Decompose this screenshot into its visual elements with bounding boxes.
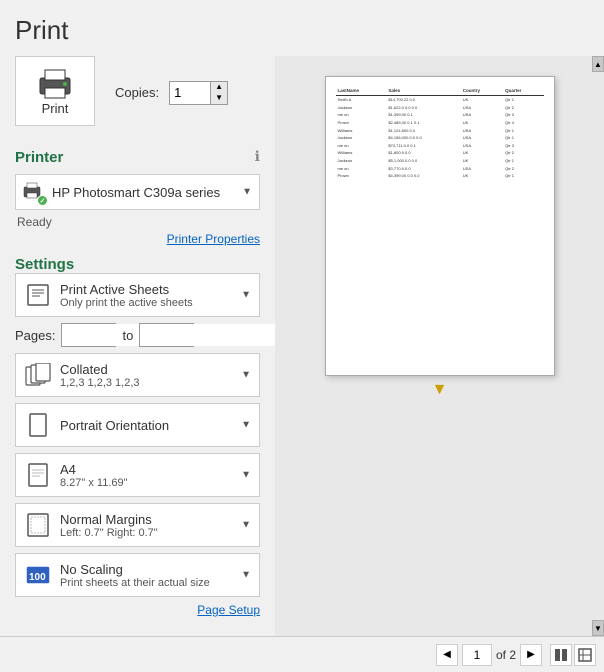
printer-section-label: Printer: [15, 149, 63, 166]
bottom-nav: ◀ of 2 ▶: [0, 636, 604, 672]
scroll-down-btn[interactable]: ▼: [592, 620, 604, 636]
pages-to-input[interactable]: [140, 324, 275, 346]
prev-page-button[interactable]: ◀: [436, 644, 458, 666]
copies-input[interactable]: [170, 82, 210, 104]
scaling-title: No Scaling: [60, 562, 210, 577]
view-icon-2[interactable]: [574, 644, 596, 666]
printer-section: Printer ℹ ✓: [15, 139, 260, 246]
margins-dropdown[interactable]: Normal Margins Left: 0.7" Right: 0.7" ▼: [15, 503, 260, 547]
printer-properties-link[interactable]: Printer Properties: [15, 232, 260, 246]
scrollbar[interactable]: ▲ ▼: [592, 56, 604, 636]
scroll-up-btn[interactable]: ▲: [592, 56, 604, 72]
copies-spin-up[interactable]: ▲: [211, 82, 227, 93]
print-sheets-subtitle: Only print the active sheets: [60, 297, 193, 309]
margins-title: Normal Margins: [60, 512, 158, 527]
page-of-text: of 2: [496, 648, 516, 662]
paper-size-dropdown[interactable]: A4 8.27" x 11.69" ▼: [15, 453, 260, 497]
paper-size-title: A4: [60, 462, 128, 477]
view-icon-1[interactable]: [550, 644, 572, 666]
scaling-icon: 100: [24, 561, 52, 589]
print-button[interactable]: Print: [15, 56, 95, 126]
collated-icon: [24, 361, 52, 389]
orientation-chevron: ▼: [241, 420, 251, 431]
info-icon[interactable]: ℹ: [255, 148, 260, 165]
print-preview: LastName Sales Country Quarter Smith A$1…: [325, 76, 555, 376]
down-arrow-indicator: ▼: [432, 381, 448, 399]
settings-section: Settings Print Active Sheets Only print …: [15, 256, 260, 617]
scaling-dropdown[interactable]: 100 No Scaling Print sheets at their act…: [15, 553, 260, 597]
copies-label: Copies:: [115, 85, 159, 100]
pages-to-label: to: [122, 328, 133, 343]
pages-label: Pages:: [15, 328, 55, 343]
margins-chevron: ▼: [241, 520, 251, 531]
left-panel: Print Copies: ▲ ▼ Printer ℹ: [0, 56, 275, 636]
printer-select[interactable]: HP Photosmart C309a series: [15, 174, 260, 210]
copies-spin-down[interactable]: ▼: [211, 93, 227, 104]
print-sheets-chevron: ▼: [241, 290, 251, 301]
printer-icon-container: ✓: [21, 180, 45, 204]
page-title: Print: [0, 0, 604, 56]
collated-title: Collated: [60, 362, 140, 377]
sheets-icon: [24, 281, 52, 309]
page-number-input[interactable]: [467, 648, 487, 662]
print-sheets-dropdown[interactable]: Print Active Sheets Only print the activ…: [15, 273, 260, 317]
paper-size-icon: [24, 461, 52, 489]
svg-text:100: 100: [29, 572, 46, 583]
paper-size-subtitle: 8.27" x 11.69": [60, 477, 128, 489]
orientation-dropdown[interactable]: Portrait Orientation ▼: [15, 403, 260, 447]
printer-status: Ready: [15, 215, 260, 229]
margins-subtitle: Left: 0.7" Right: 0.7": [60, 527, 158, 539]
print-sheets-title: Print Active Sheets: [60, 282, 193, 297]
right-panel: ▲ ▼ LastName Sales Country Quarter: [275, 56, 604, 636]
scaling-chevron: ▼: [241, 570, 251, 581]
paper-size-chevron: ▼: [241, 470, 251, 481]
collated-chevron: ▼: [241, 370, 251, 381]
next-page-button[interactable]: ▶: [520, 644, 542, 666]
collated-subtitle: 1,2,3 1,2,3 1,2,3: [60, 377, 140, 389]
collated-dropdown[interactable]: Collated 1,2,3 1,2,3 1,2,3 ▼: [15, 353, 260, 397]
scaling-subtitle: Print sheets at their actual size: [60, 577, 210, 589]
margins-icon: [24, 511, 52, 539]
page-setup-link[interactable]: Page Setup: [15, 603, 260, 617]
print-button-label: Print: [42, 101, 69, 116]
settings-section-label: Settings: [15, 256, 74, 273]
orientation-icon: [24, 411, 52, 439]
orientation-title: Portrait Orientation: [60, 418, 169, 433]
